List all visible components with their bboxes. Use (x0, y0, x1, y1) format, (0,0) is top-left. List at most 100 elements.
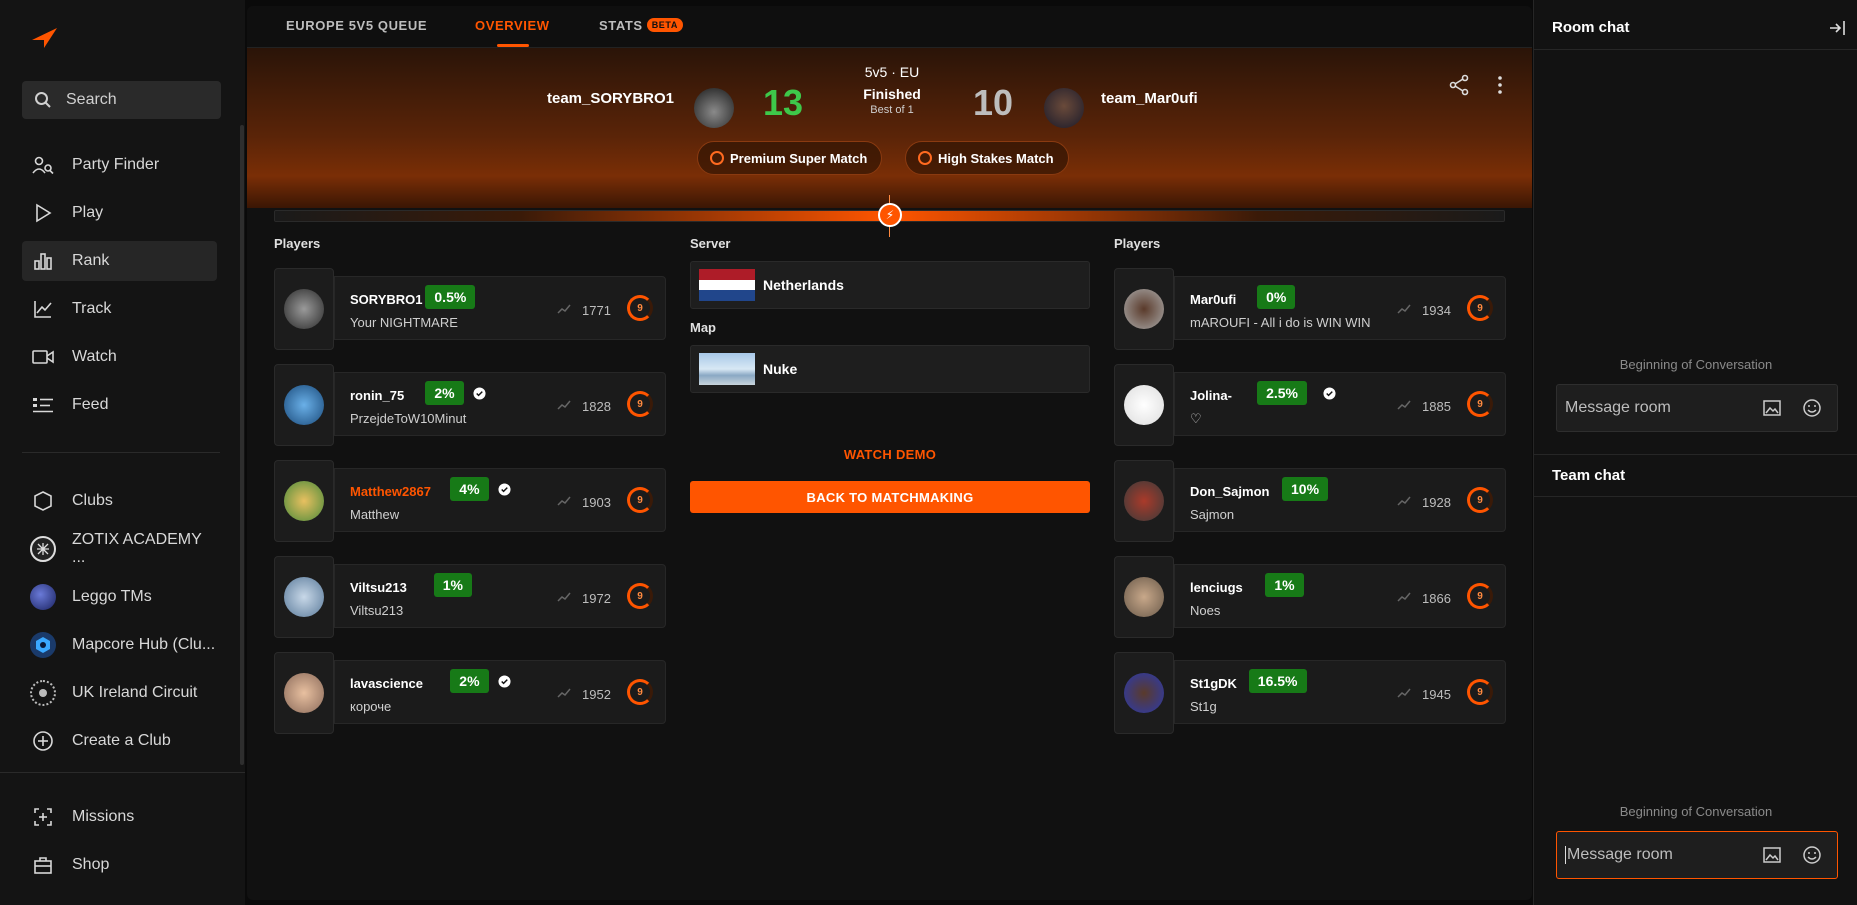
sidebar-item-shop[interactable]: Shop (22, 845, 217, 885)
shop-icon (30, 854, 56, 876)
team1-avatar[interactable] (694, 88, 734, 128)
sidebar-item-leggo-tms[interactable]: Leggo TMs (22, 577, 217, 617)
player-row[interactable]: St1gDK 16.5% St1g 1945 9 (1114, 652, 1506, 734)
player-nickname[interactable]: Mar0ufi (1190, 292, 1236, 307)
player-subtitle: Matthew (350, 507, 400, 522)
player-win-percent: 10% (1282, 477, 1329, 501)
team2-avatar[interactable] (1044, 88, 1084, 128)
player-nickname[interactable]: ronin_75 (350, 388, 404, 403)
player-avatar[interactable] (274, 652, 334, 734)
verified-icon (1323, 387, 1336, 400)
verified-icon (473, 387, 486, 400)
sidebar-item-mapcore-hub[interactable]: Mapcore Hub (Clu... (22, 625, 217, 665)
player-level-icon: 9 (1467, 583, 1493, 609)
player-row[interactable]: lenciugs 1% Noes 1866 9 (1114, 556, 1506, 638)
player-level-icon: 9 (627, 391, 653, 417)
tab-europe-queue[interactable]: EUROPE 5V5 QUEUE (286, 18, 427, 33)
player-subtitle: Viltsu213 (350, 603, 404, 618)
player-row[interactable]: Don_Sajmon 10% Sajmon 1928 9 (1114, 460, 1506, 542)
share-icon[interactable] (1448, 74, 1470, 96)
team-chat-input[interactable]: Message room (1556, 831, 1838, 879)
player-nickname[interactable]: lavascience (350, 676, 423, 691)
player-avatar[interactable] (274, 460, 334, 542)
player-level-icon: 9 (1467, 679, 1493, 705)
tab-stats-label: STATS (599, 18, 643, 33)
sidebar-item-clubs[interactable]: Clubs (22, 481, 217, 521)
back-to-matchmaking-button[interactable]: BACK TO MATCHMAKING (690, 481, 1090, 513)
team1-name[interactable]: team_SORYBRO1 (547, 90, 674, 107)
player-nickname[interactable]: SORYBRO1 (350, 292, 422, 307)
rank-icon (30, 250, 56, 272)
sidebar-item-missions[interactable]: Missions (22, 797, 217, 837)
player-avatar[interactable] (1114, 652, 1174, 734)
sidebar-item-label: Watch (72, 348, 117, 365)
player-avatar[interactable] (274, 556, 334, 638)
player-nickname[interactable]: St1gDK (1190, 676, 1237, 691)
team2-name[interactable]: team_Mar0ufi (1101, 90, 1198, 107)
player-elo: 1952 (582, 687, 611, 702)
collapse-chat-icon[interactable] (1828, 19, 1846, 37)
player-elo: 1928 (1422, 495, 1451, 510)
player-subtitle: короче (350, 699, 392, 714)
player-elo: 1903 (582, 495, 611, 510)
room-chat-beginning: Beginning of Conversation (1619, 357, 1773, 372)
sidebar-scrollbar[interactable] (240, 125, 244, 765)
emoji-icon[interactable] (1802, 845, 1822, 865)
feed-icon (30, 394, 56, 416)
server-label: Server (690, 236, 731, 251)
search-button[interactable]: Search (22, 81, 221, 119)
tab-stats[interactable]: STATS BETA (599, 18, 683, 33)
player-row[interactable]: Jolina- 2.5% ♡ 1885 9 (1114, 364, 1506, 446)
create-club-button[interactable]: Create a Club (22, 721, 217, 761)
player-avatar[interactable] (274, 268, 334, 350)
player-row[interactable]: SORYBRO1 0.5% Your NIGHTMARE 1771 9 (274, 268, 666, 350)
map-box: Nuke (690, 345, 1090, 393)
sidebar-item-label: Missions (72, 808, 135, 825)
player-nickname[interactable]: Viltsu213 (350, 580, 407, 595)
player-subtitle: ♡ (1190, 411, 1202, 426)
more-options-icon[interactable] (1489, 74, 1511, 96)
player-win-percent: 0% (1257, 285, 1296, 309)
player-level-icon: 9 (627, 487, 653, 513)
match-room: EUROPE 5V5 QUEUE OVERVIEW STATS BETA team… (247, 6, 1532, 900)
room-chat-input[interactable]: Message room (1556, 384, 1838, 432)
watch-icon (30, 346, 56, 368)
app-logo-icon[interactable] (30, 26, 58, 50)
sidebar-item-label: Mapcore Hub (Clu... (72, 636, 216, 653)
sidebar-item-party-finder[interactable]: Party Finder (22, 145, 217, 185)
player-nickname[interactable]: lenciugs (1190, 580, 1243, 595)
zotix-club-icon (30, 536, 56, 562)
sidebar-item-watch[interactable]: Watch (22, 337, 217, 377)
image-icon[interactable] (1762, 845, 1782, 865)
player-subtitle: St1g (1190, 699, 1217, 714)
watch-demo-link[interactable]: WATCH DEMO (690, 447, 1090, 462)
player-row[interactable]: Mar0ufi 0% mAROUFI - All i do is WIN WIN 19… (1114, 268, 1506, 350)
player-level-icon: 9 (1467, 295, 1493, 321)
player-avatar[interactable] (1114, 268, 1174, 350)
search-label: Search (66, 91, 117, 108)
player-row[interactable]: ronin_75 2% PrzejdeToW10Minut 1828 9 (274, 364, 666, 446)
player-row[interactable]: Matthew2867 4% Matthew 1903 9 (274, 460, 666, 542)
emoji-icon[interactable] (1802, 398, 1822, 418)
player-avatar[interactable] (1114, 460, 1174, 542)
player-avatar[interactable] (1114, 556, 1174, 638)
player-nickname[interactable]: Matthew2867 (350, 484, 431, 499)
team-chat-title: Team chat (1552, 467, 1626, 484)
player-avatar[interactable] (274, 364, 334, 446)
sidebar-item-play[interactable]: Play (22, 193, 217, 233)
tab-overview[interactable]: OVERVIEW (475, 18, 550, 33)
player-nickname[interactable]: Don_Sajmon (1190, 484, 1269, 499)
player-avatar[interactable] (1114, 364, 1174, 446)
player-row[interactable]: Viltsu213 1% Viltsu213 1972 9 (274, 556, 666, 638)
player-level-icon: 9 (1467, 391, 1493, 417)
image-icon[interactable] (1762, 398, 1782, 418)
player-row[interactable]: lavascience 2% короче 1952 9 (274, 652, 666, 734)
sidebar: Search Party Finder Play Rank Track Watc… (0, 0, 245, 905)
sidebar-item-uk-ireland-circuit[interactable]: UK Ireland Circuit (22, 673, 217, 713)
player-nickname[interactable]: Jolina- (1190, 388, 1232, 403)
sidebar-item-feed[interactable]: Feed (22, 385, 217, 425)
sidebar-item-zotix-academy[interactable]: ZOTIX ACADEMY ... (22, 529, 217, 569)
sidebar-item-rank[interactable]: Rank (22, 241, 217, 281)
sidebar-item-track[interactable]: Track (22, 289, 217, 329)
high-stakes-icon (918, 151, 932, 165)
